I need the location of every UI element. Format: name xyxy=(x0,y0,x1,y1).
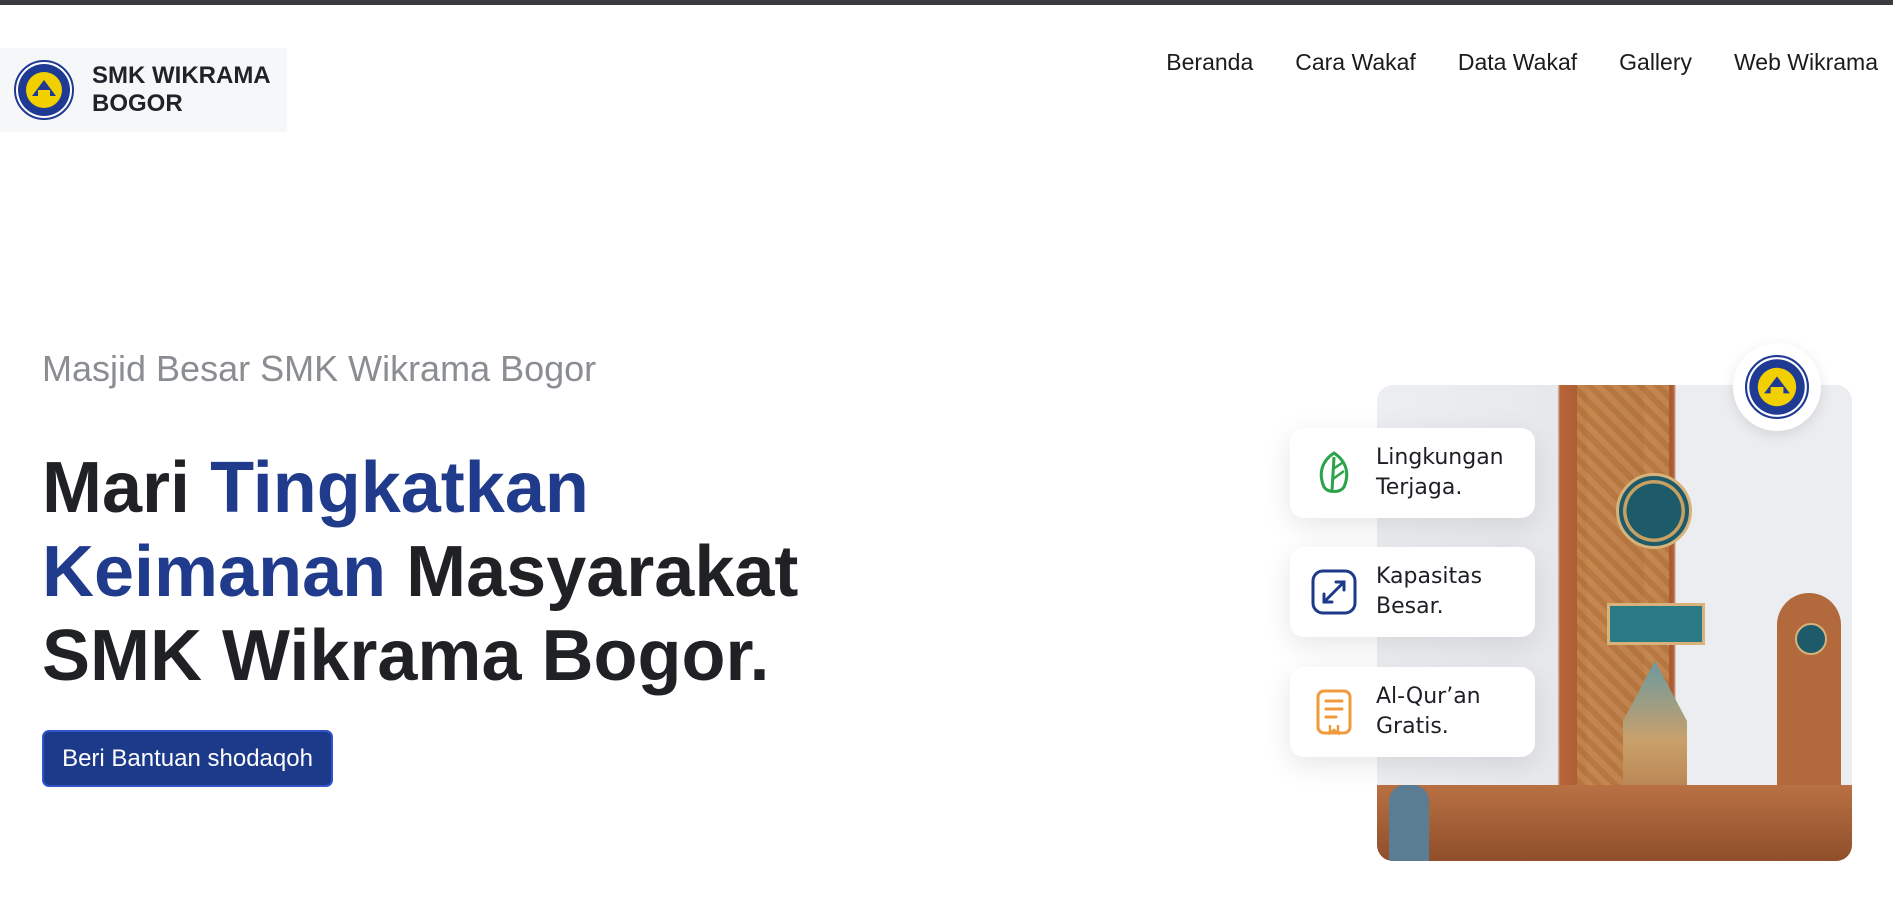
wikrama-badge xyxy=(1733,343,1821,431)
headline-word-tingkatkan: Tingkatkan xyxy=(210,448,589,528)
feature-card-kapasitas: Kapasitas Besar. xyxy=(1290,547,1535,637)
book-icon xyxy=(1316,689,1352,736)
feature-text: Lingkungan Terjaga. xyxy=(1376,443,1504,503)
brand-name: SMK WIKRAMA BOGOR xyxy=(92,62,271,118)
main-nav: Beranda Cara Wakaf Data Wakaf Gallery We… xyxy=(1124,48,1878,76)
nav-data-wakaf[interactable]: Data Wakaf xyxy=(1458,48,1577,76)
calligraphy-banner xyxy=(1607,603,1705,645)
headline-line-2: Keimanan Masyarakat xyxy=(42,530,798,614)
donate-button[interactable]: Beri Bantuan shodaqoh xyxy=(42,730,333,787)
nav-cara-wakaf[interactable]: Cara Wakaf xyxy=(1295,48,1416,76)
feature-line1: Lingkungan xyxy=(1376,445,1504,470)
wood-wainscot xyxy=(1377,785,1852,861)
brand-name-line2: BOGOR xyxy=(92,90,183,117)
feature-card-lingkungan: Lingkungan Terjaga. xyxy=(1290,428,1535,518)
brand-name-line1: SMK WIKRAMA xyxy=(92,62,271,89)
wikrama-badge-icon xyxy=(1745,355,1809,419)
feature-line2: Besar. xyxy=(1376,594,1444,619)
headline-line-3: SMK Wikrama Bogor. xyxy=(42,616,770,696)
headline-word-masyarakat: Masyarakat xyxy=(406,532,799,612)
feature-line2: Gratis. xyxy=(1376,714,1449,739)
nav-beranda[interactable]: Beranda xyxy=(1166,48,1253,76)
window-top-border xyxy=(0,0,1893,5)
headline-word-mari: Mari xyxy=(42,448,191,528)
person-figure xyxy=(1389,785,1429,861)
feature-text: Kapasitas Besar. xyxy=(1376,562,1482,622)
expand-icon xyxy=(1311,569,1357,615)
feature-card-alquran: Al-Qur’an Gratis. xyxy=(1290,667,1535,757)
leaf-icon xyxy=(1319,451,1349,493)
wikrama-logo-icon xyxy=(14,60,74,120)
feature-line1: Kapasitas xyxy=(1376,564,1483,589)
calligraphy-medallion xyxy=(1616,473,1692,549)
feature-line2: Terjaga. xyxy=(1376,475,1463,500)
headline-line-1: Mari Tingkatkan xyxy=(42,446,798,530)
nav-gallery[interactable]: Gallery xyxy=(1619,48,1692,76)
nav-web-wikrama[interactable]: Web Wikrama xyxy=(1734,48,1878,76)
feature-line1: Al-Qur’an xyxy=(1376,684,1481,709)
hero-headline: Mari Tingkatkan Keimanan Masyarakat SMK … xyxy=(42,446,798,698)
brand[interactable]: SMK WIKRAMA BOGOR xyxy=(0,48,287,132)
hero-subtitle: Masjid Besar SMK Wikrama Bogor xyxy=(42,348,597,389)
feature-text: Al-Qur’an Gratis. xyxy=(1376,682,1481,742)
headline-word-keimanan: Keimanan xyxy=(42,532,387,612)
